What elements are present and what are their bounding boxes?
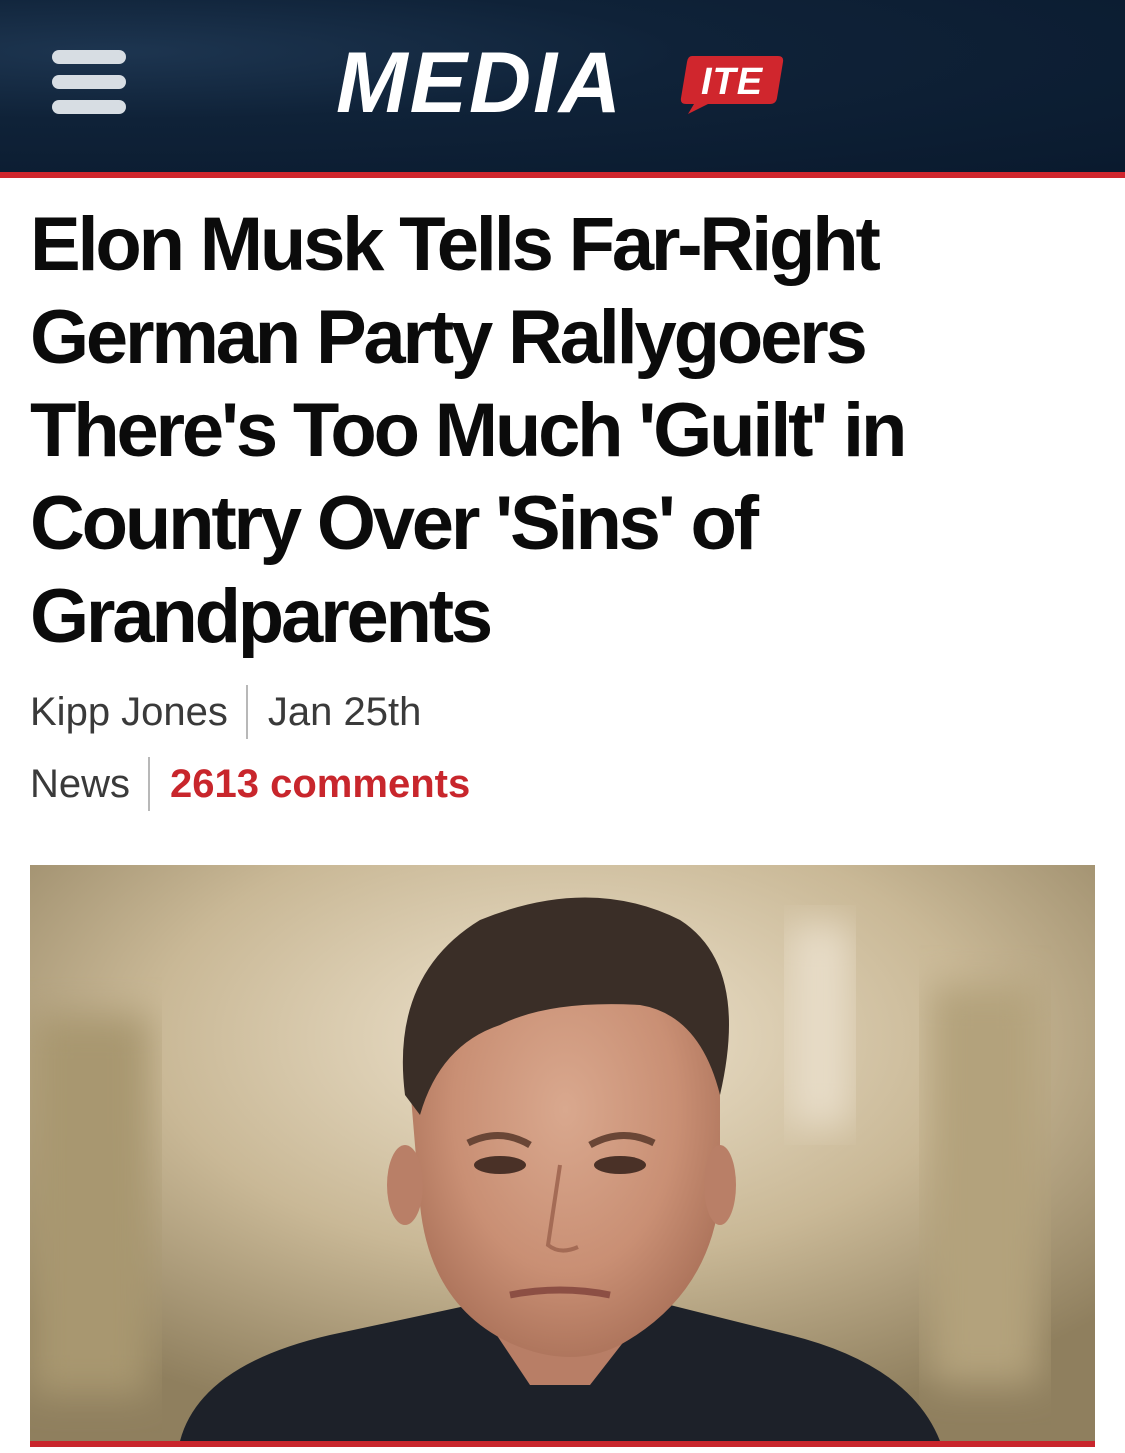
- category-row: News 2613 comments: [30, 756, 470, 812]
- site-header: MEDIA ITE: [0, 0, 1125, 172]
- article-headline: Elon Musk Tells Far-Right German Party R…: [30, 202, 907, 659]
- byline-row: Kipp Jones Jan 25th: [30, 684, 421, 740]
- logo-bubble-text: ITE: [700, 61, 764, 103]
- menu-bar-bottom: [52, 100, 126, 114]
- menu-bar-top: [52, 50, 126, 64]
- hero-image[interactable]: [30, 865, 1095, 1441]
- meta-divider: [148, 757, 151, 811]
- author-link[interactable]: Kipp Jones: [30, 690, 228, 735]
- site-logo[interactable]: MEDIA ITE: [336, 36, 796, 132]
- logo-wordmark: MEDIA: [336, 35, 624, 131]
- header-accent-rule: [0, 172, 1125, 178]
- hamburger-menu-icon[interactable]: [52, 48, 128, 116]
- menu-bar-middle: [52, 75, 126, 89]
- category-link[interactable]: News: [30, 762, 130, 807]
- image-accent-rule: [30, 1441, 1095, 1447]
- publish-date: Jan 25th: [267, 689, 422, 734]
- meta-divider: [245, 685, 248, 739]
- portrait-illustration: [30, 865, 1095, 1441]
- comments-link[interactable]: 2613 comments: [170, 762, 470, 807]
